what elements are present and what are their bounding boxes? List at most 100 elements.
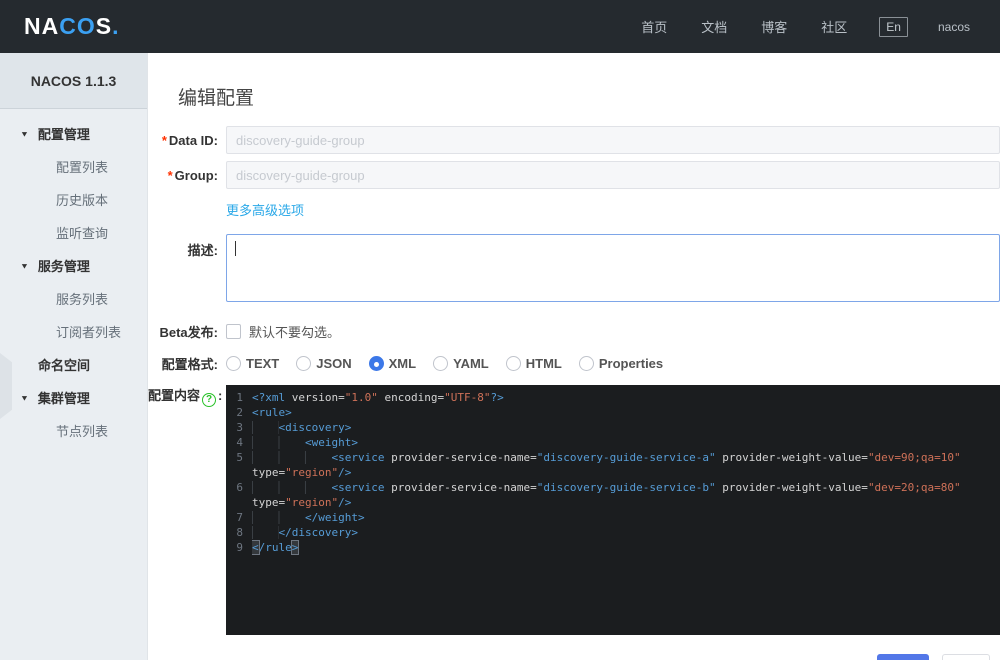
code-text: </discovery> — [252, 525, 1000, 540]
code-text: </rule> — [252, 540, 300, 555]
advanced-options-row: 更多高级选项 — [148, 196, 1000, 227]
line-number: 1 — [236, 391, 243, 404]
sidebar-item-history-versions[interactable]: 历史版本 — [0, 183, 147, 216]
beta-row: Beta发布: 默认不要勾选。 — [148, 322, 1000, 341]
caret-down-icon: ▼ — [20, 393, 29, 402]
code-editor[interactable]: 1 <?xml version="1.0" encoding="UTF-8"?> 2… — [226, 385, 1000, 635]
radio-properties[interactable]: Properties — [578, 356, 663, 371]
radio-yaml[interactable]: YAML — [433, 356, 489, 371]
line-number: 9 — [236, 541, 243, 554]
beta-label: Beta发布: — [159, 325, 218, 340]
line-number: 4 — [236, 436, 243, 449]
content-label: 配置内容?: — [148, 388, 223, 407]
beta-hint: 默认不要勾选。 — [249, 325, 341, 340]
code-text: <service provider-service-name="discover… — [252, 450, 1000, 465]
sidebar-item-config-management[interactable]: ▼ 配置管理 — [0, 117, 147, 150]
back-button[interactable]: 返回 — [942, 654, 990, 660]
line-number — [226, 495, 252, 510]
line-number: 6 — [236, 481, 243, 494]
line-number: 7 — [236, 511, 243, 524]
beta-checkbox[interactable] — [226, 324, 241, 339]
code-text: <weight> — [252, 435, 1000, 450]
nav-blog[interactable]: 博客 — [761, 17, 787, 36]
publish-button[interactable]: 发布 — [877, 654, 929, 660]
description-textarea[interactable] — [226, 234, 1000, 302]
text-cursor — [235, 241, 236, 256]
code-line: 7 </weight> — [226, 510, 1000, 525]
sidebar-version-label: NACOS 1.1.3 — [0, 53, 147, 109]
radio-circle — [226, 356, 241, 371]
code-line: type="region"/> — [226, 495, 1000, 510]
code-text: type="region"/> — [252, 466, 352, 479]
top-nav-links: 首页 文档 博客 社区 En nacos — [607, 16, 970, 37]
required-mark: * — [167, 167, 173, 183]
caret-down-icon: ▼ — [20, 261, 29, 270]
data-id-label: * Data ID: — [161, 132, 218, 148]
nacos-logo[interactable]: NACOS. — [24, 13, 119, 40]
code-line: type="region"/> — [226, 465, 1000, 480]
code-line: 6 <service provider-service-name="discov… — [226, 480, 1000, 495]
radio-circle — [433, 356, 449, 371]
logo-text-dot: . — [112, 13, 120, 39]
sidebar-item-node-list[interactable]: 节点列表 — [0, 414, 147, 447]
code-line: 2 <rule> — [226, 405, 1000, 420]
line-number — [226, 465, 252, 480]
radio-circle-selected — [368, 356, 384, 371]
radio-xml[interactable]: XML — [368, 356, 416, 371]
group-row: * Group: — [148, 161, 1000, 189]
sidebar: NACOS 1.1.3 ▼ 配置管理 配置列表 历史版本 监听查询 ▼ 服务管理… — [0, 53, 148, 660]
line-number: 2 — [236, 406, 243, 419]
code-text: <rule> — [252, 406, 292, 419]
top-navbar: NACOS. 首页 文档 博客 社区 En nacos — [0, 0, 1000, 53]
data-id-row: * Data ID: — [148, 126, 1000, 154]
sidebar-collapse-handle[interactable] — [0, 353, 12, 419]
required-mark: * — [161, 132, 167, 148]
radio-text[interactable]: TEXT — [226, 356, 279, 371]
page-title: 编辑配置 — [178, 88, 255, 109]
line-number: 3 — [236, 421, 243, 434]
sidebar-item-config-list[interactable]: 配置列表 — [0, 150, 147, 183]
sidebar-item-cluster-management[interactable]: ▼ 集群管理 — [0, 381, 147, 414]
nav-home[interactable]: 首页 — [641, 17, 667, 36]
radio-circle — [578, 356, 594, 371]
caret-down-icon: ▼ — [20, 129, 29, 138]
sidebar-menu: ▼ 配置管理 配置列表 历史版本 监听查询 ▼ 服务管理 服务列表 订阅者列表 — [0, 109, 147, 447]
code-text: </weight> — [252, 510, 1000, 525]
data-id-input[interactable] — [226, 126, 1000, 154]
language-toggle-button[interactable]: En — [879, 16, 908, 37]
radio-circle — [505, 356, 521, 371]
username-label[interactable]: nacos — [938, 20, 970, 34]
line-number: 8 — [236, 526, 243, 539]
code-line: 3 <discovery> — [226, 420, 1000, 435]
nav-community[interactable]: 社区 — [821, 17, 847, 36]
sidebar-item-subscriber-list[interactable]: 订阅者列表 — [0, 315, 147, 348]
group-label: * Group: — [167, 167, 218, 183]
logo-text-na: NA — [24, 13, 60, 39]
group-input[interactable] — [226, 161, 1000, 189]
logo-text-s: S — [95, 13, 113, 39]
format-label: 配置格式: — [161, 357, 218, 372]
code-line: 8 </discovery> — [226, 525, 1000, 540]
sidebar-item-service-list[interactable]: 服务列表 — [0, 282, 147, 315]
code-text: type="region"/> — [252, 496, 352, 509]
code-text: <discovery> — [252, 420, 1000, 435]
action-bar: 发布 返回 — [148, 642, 1000, 660]
code-line: 5 <service provider-service-name="discov… — [226, 450, 1000, 465]
code-text: <service provider-service-name="discover… — [252, 480, 1000, 495]
help-question-icon[interactable]: ? — [202, 392, 217, 407]
more-advanced-options-link[interactable]: 更多高级选项 — [226, 200, 304, 219]
radio-html[interactable]: HTML — [505, 356, 562, 371]
sidebar-item-service-management[interactable]: ▼ 服务管理 — [0, 249, 147, 282]
radio-json[interactable]: JSON — [296, 356, 352, 371]
sidebar-item-namespace[interactable]: 命名空间 — [0, 348, 147, 381]
nav-docs[interactable]: 文档 — [701, 17, 727, 36]
code-line: 1 <?xml version="1.0" encoding="UTF-8"?> — [226, 390, 1000, 405]
description-row: 描述: — [148, 234, 1000, 308]
content-row: 配置内容?: 1 <?xml version="1.0" encoding="UT… — [148, 385, 1000, 635]
sidebar-item-listening-query[interactable]: 监听查询 — [0, 216, 147, 249]
format-row: 配置格式: TEXT JSON XML YAML HTML Properties — [148, 354, 1000, 373]
code-line: 4 <weight> — [226, 435, 1000, 450]
description-label: 描述: — [187, 243, 218, 258]
code-line: 9 </rule> — [226, 540, 1000, 555]
line-number: 5 — [236, 451, 243, 464]
